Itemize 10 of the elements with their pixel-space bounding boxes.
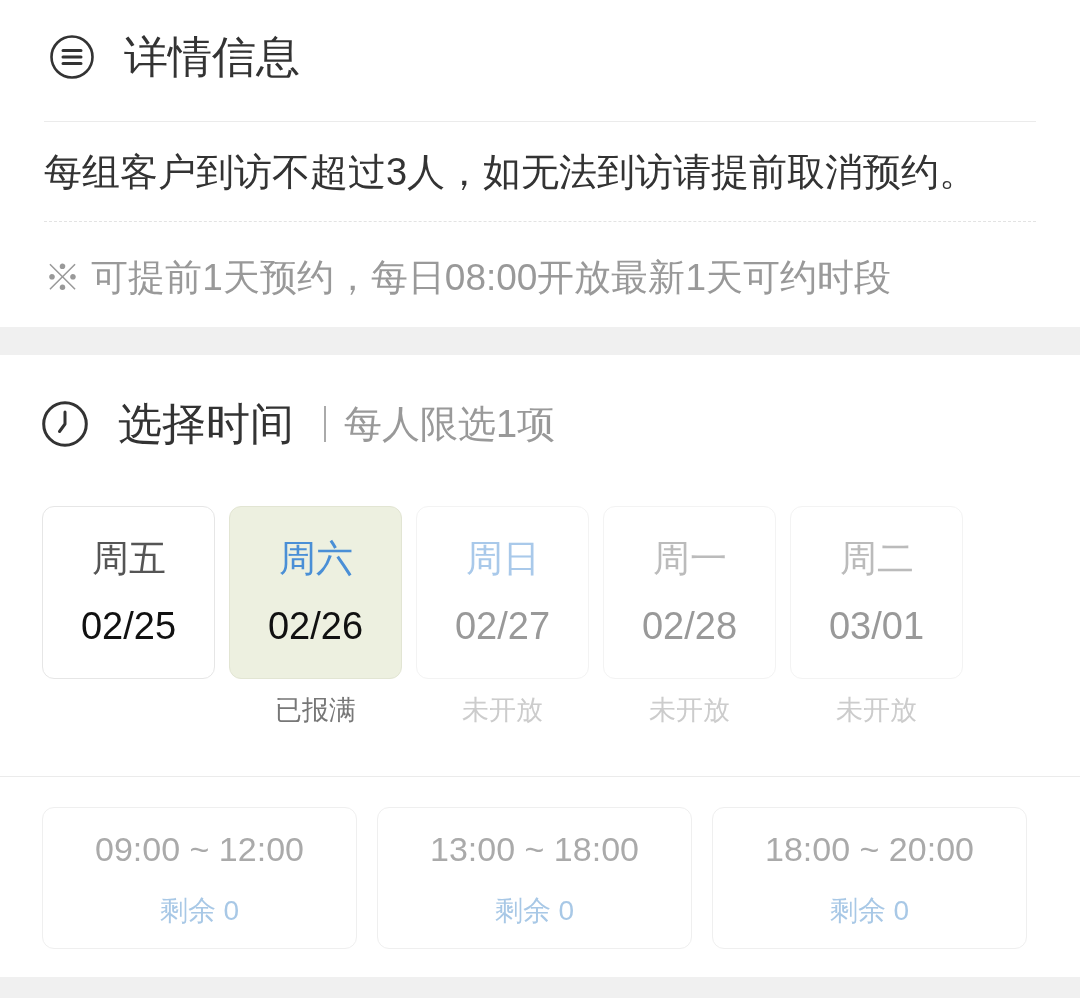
selection-limit-hint: 每人限选1项 [344, 405, 556, 443]
list-icon [50, 34, 94, 79]
section-title: 选择时间 [118, 402, 294, 446]
section-title: 详情信息 [124, 34, 300, 79]
date-status-label: 已报满 [275, 697, 356, 724]
clock-icon [42, 401, 88, 447]
visit-rule-text: 每组客户到访不超过3人，如无法到访请提前取消预约。 [44, 152, 978, 191]
date-card[interactable]: 周六 02/26 [229, 506, 402, 679]
booking-note-text: ※ 可提前1天预约，每日08:00开放最新1天可约时段 [44, 259, 892, 296]
date-card[interactable]: 周五 02/25 [42, 506, 215, 679]
